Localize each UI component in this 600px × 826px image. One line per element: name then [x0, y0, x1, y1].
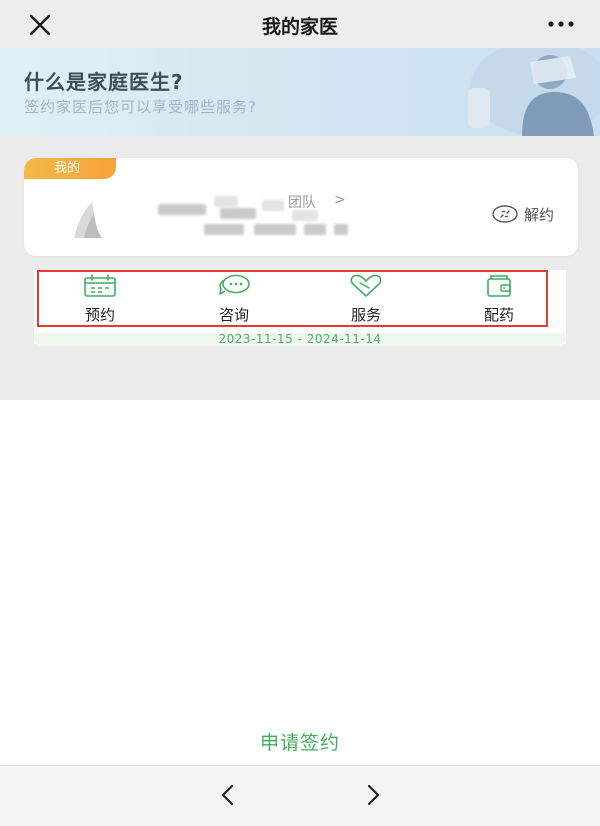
- contract-period: 2023-11-15 - 2024-11-14: [218, 332, 382, 346]
- blurred-doctor-name: [158, 204, 206, 215]
- team-arrow[interactable]: >: [334, 192, 346, 208]
- blurred-info: [262, 200, 284, 211]
- bottom-nav-bar: [0, 765, 600, 826]
- chevron-left-icon[interactable]: [216, 782, 240, 808]
- cancel-contract-label: 解约: [523, 205, 554, 224]
- doctor-illustration: [468, 48, 600, 136]
- page-title: 我的家医: [261, 16, 338, 38]
- blurred-info: [334, 224, 348, 235]
- blurred-info: [304, 224, 326, 235]
- banner-subtitle: 签约家医后您可以享受哪些服务?: [24, 98, 257, 116]
- service-highlight-box: [37, 270, 548, 327]
- more-dots-icon[interactable]: [546, 14, 576, 34]
- blurred-info: [220, 208, 256, 219]
- unlink-icon: [492, 205, 518, 223]
- doctor-card[interactable]: 我的 团队 > 解约: [24, 158, 578, 256]
- blurred-info: [254, 224, 296, 235]
- cancel-contract-button[interactable]: 解约: [492, 203, 554, 225]
- top-navbar: 我的家医: [0, 0, 600, 48]
- family-doctor-banner[interactable]: 什么是家庭医生? 签约家医后您可以享受哪些服务?: [0, 48, 600, 136]
- chevron-right-icon[interactable]: [361, 782, 385, 808]
- doctor-avatar: [74, 202, 102, 238]
- apply-contract-link[interactable]: 申请签约: [0, 728, 600, 755]
- team-label: 团队: [288, 195, 316, 211]
- blurred-info: [204, 224, 244, 235]
- my-tag-badge: 我的: [24, 158, 116, 179]
- blurred-info: [214, 196, 238, 207]
- content-area: 什么是家庭医生? 签约家医后您可以享受哪些服务? 我的 团队 > 解约 2023…: [0, 48, 600, 400]
- banner-title: 什么是家庭医生?: [24, 70, 184, 94]
